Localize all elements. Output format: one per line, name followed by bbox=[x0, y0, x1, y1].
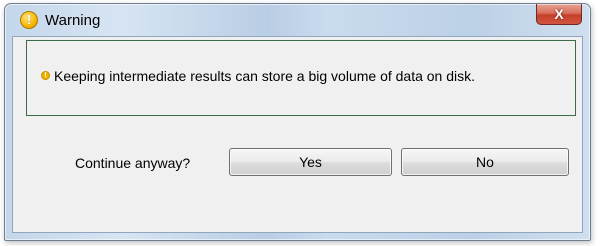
title-bar[interactable]: ! Warning X bbox=[5, 4, 590, 36]
warning-message: Keeping intermediate results can store a… bbox=[54, 68, 476, 84]
close-icon: X bbox=[554, 6, 564, 22]
no-button[interactable]: No bbox=[401, 148, 569, 176]
close-button[interactable]: X bbox=[536, 4, 582, 25]
warning-icon: ! bbox=[20, 11, 38, 29]
dialog-title: Warning bbox=[45, 12, 101, 29]
warning-icon: ! bbox=[41, 71, 50, 80]
continue-prompt: Continue anyway? bbox=[75, 155, 191, 171]
warning-dialog: ! Warning X bbox=[4, 3, 591, 241]
yes-button[interactable]: Yes bbox=[229, 148, 392, 176]
message-box: ! Keeping intermediate results can store… bbox=[26, 40, 576, 116]
